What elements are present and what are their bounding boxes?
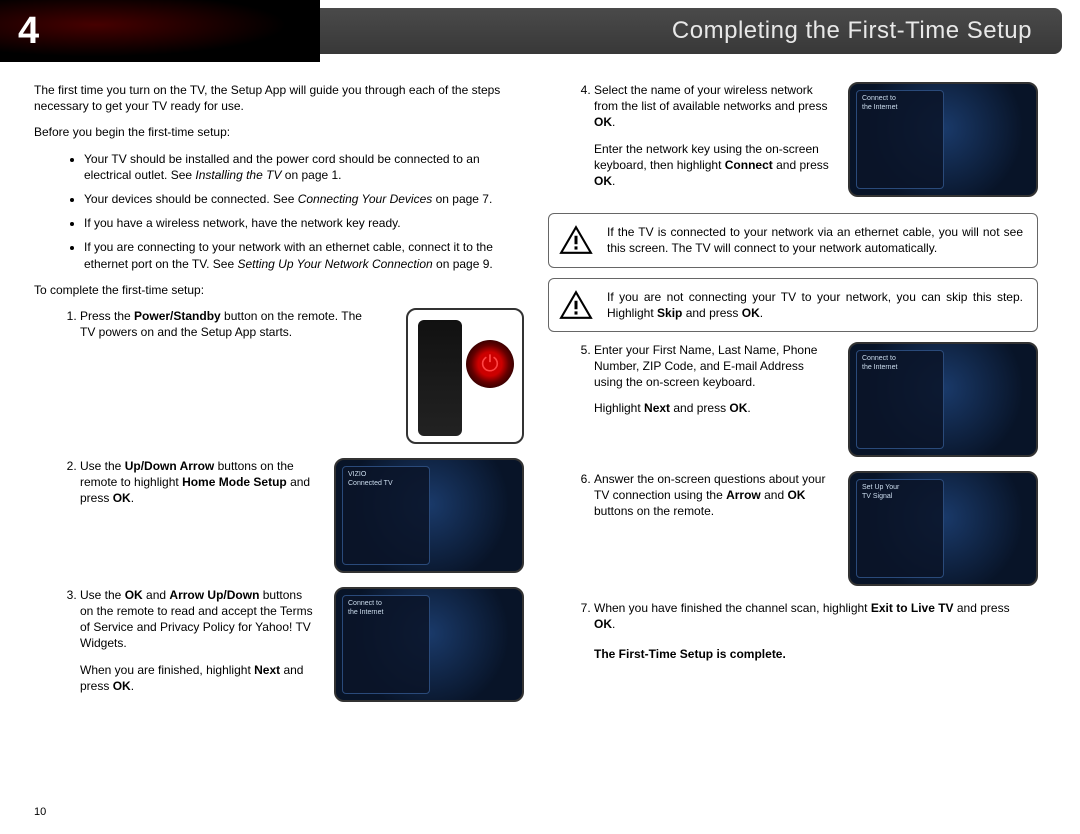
page-title: Completing the First-Time Setup bbox=[672, 15, 1032, 47]
completion-text: The First-Time Setup is complete. bbox=[594, 646, 1038, 662]
prerequisite-list: Your TV should be installed and the powe… bbox=[34, 151, 524, 272]
left-column: The first time you turn on the TV, the S… bbox=[34, 82, 524, 718]
chapter-header: 4 Completing the First-Time Setup bbox=[0, 0, 1080, 62]
power-icon bbox=[466, 340, 514, 388]
right-column: Select the name of your wireless network… bbox=[548, 82, 1038, 718]
info-box-skip: If you are not connecting your TV to you… bbox=[548, 278, 1038, 332]
list-item: If you are connecting to your network wi… bbox=[84, 239, 524, 271]
steps-list-right: Select the name of your wireless network… bbox=[548, 82, 1038, 199]
before-heading: Before you begin the first-time setup: bbox=[34, 124, 524, 140]
step-5: Enter your First Name, Last Name, Phone … bbox=[594, 342, 1038, 457]
screenshot-remote-power bbox=[406, 308, 524, 444]
screenshot-home-mode: VIZIOConnected TV bbox=[334, 458, 524, 573]
chapter-badge: 4 bbox=[0, 0, 320, 62]
step-6: Answer the on-screen questions about you… bbox=[594, 471, 1038, 586]
info-box-ethernet: If the TV is connected to your network v… bbox=[548, 213, 1038, 267]
list-item: Your devices should be connected. See Co… bbox=[84, 191, 524, 207]
screenshot-tvsignal: Set Up YourTV Signal bbox=[848, 471, 1038, 586]
list-item: Your TV should be installed and the powe… bbox=[84, 151, 524, 183]
screenshot-wireless: Connect tothe Internet bbox=[848, 82, 1038, 197]
step-7: When you have finished the channel scan,… bbox=[594, 600, 1038, 632]
list-item: If you have a wireless network, have the… bbox=[84, 215, 524, 231]
screenshot-terms: Connect tothe Internet bbox=[334, 587, 524, 702]
to-complete-heading: To complete the first-time setup: bbox=[34, 282, 524, 298]
screenshot-userinfo: Connect tothe Internet bbox=[848, 342, 1038, 457]
step-4: Select the name of your wireless network… bbox=[594, 82, 1038, 199]
step-1: Press the Power/Standby button on the re… bbox=[80, 308, 524, 444]
steps-list-right-2: Enter your First Name, Last Name, Phone … bbox=[548, 342, 1038, 632]
chapter-number: 4 bbox=[18, 6, 39, 57]
warning-icon bbox=[559, 225, 593, 255]
step-2: Use the Up/Down Arrow buttons on the rem… bbox=[80, 458, 524, 573]
warning-icon bbox=[559, 290, 593, 320]
steps-list-left: Press the Power/Standby button on the re… bbox=[34, 308, 524, 704]
intro-text: The first time you turn on the TV, the S… bbox=[34, 82, 524, 114]
step-3: Use the OK and Arrow Up/Down buttons on … bbox=[80, 587, 524, 704]
page-number: 10 bbox=[34, 805, 46, 820]
